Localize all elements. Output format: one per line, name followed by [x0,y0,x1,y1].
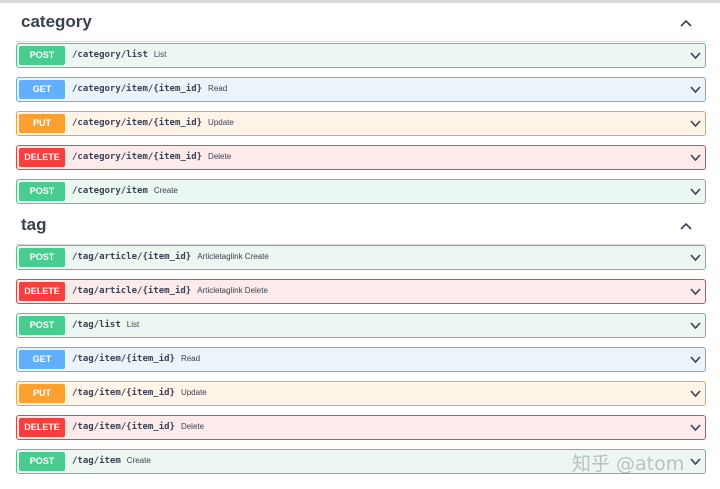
operation-path: /tag/article/{item_id}Articletaglink Cre… [72,252,269,262]
chevron-down-icon[interactable] [690,458,701,465]
section-title: category [21,12,92,32]
chevron-down-icon[interactable] [690,86,701,93]
method-badge: POST [19,248,65,267]
section-header-tag[interactable]: tag [16,211,706,245]
operation-summary: Create [127,456,151,465]
operation-delete-tag-item[interactable]: DELETE /tag/item/{item_id}Delete [16,415,706,440]
method-badge: DELETE [19,148,65,167]
chevron-down-icon[interactable] [690,120,701,127]
method-badge: POST [19,316,65,335]
operation-get-tag-item[interactable]: GET /tag/item/{item_id}Read [16,347,706,372]
operation-post-tag-article[interactable]: POST /tag/article/{item_id}Articletaglin… [16,245,706,270]
top-divider [0,0,720,3]
operation-delete-tag-article[interactable]: DELETE /tag/article/{item_id}Articletagl… [16,279,706,304]
operation-path: /category/listList [72,50,166,60]
operation-path: /tag/item/{item_id}Read [72,354,200,364]
chevron-down-icon[interactable] [690,390,701,397]
method-badge: PUT [19,114,65,133]
operation-delete-category-item[interactable]: DELETE /category/item/{item_id}Delete [16,145,706,170]
operation-post-category-item[interactable]: POST /category/itemCreate [16,179,706,204]
method-badge: DELETE [19,418,65,437]
operation-summary: Create [154,186,178,195]
section-header-category[interactable]: category [16,8,706,42]
method-badge: PUT [19,384,65,403]
chevron-up-icon[interactable] [680,222,692,230]
operation-summary: Read [208,84,227,93]
operation-summary: Update [208,118,234,127]
operation-summary: List [154,50,166,59]
operation-summary: Delete [208,152,231,161]
operation-summary: Read [181,354,200,363]
operation-path: /category/item/{item_id}Update [72,118,234,128]
chevron-down-icon[interactable] [690,52,701,59]
operation-summary: List [127,320,139,329]
operation-path: /tag/item/{item_id}Update [72,388,207,398]
operation-post-category-list[interactable]: POST /category/listList [16,43,706,68]
chevron-down-icon[interactable] [690,322,701,329]
operation-summary: Articletaglink Create [197,252,269,261]
method-badge: GET [19,350,65,369]
chevron-down-icon[interactable] [690,154,701,161]
operation-put-tag-item[interactable]: PUT /tag/item/{item_id}Update [16,381,706,406]
operation-path: /tag/article/{item_id}Articletaglink Del… [72,286,268,296]
chevron-up-icon[interactable] [680,19,692,27]
operation-put-category-item[interactable]: PUT /category/item/{item_id}Update [16,111,706,136]
operation-path: /category/item/{item_id}Read [72,84,227,94]
operation-summary: Articletaglink Delete [197,286,268,295]
operation-path: /tag/item/{item_id}Delete [72,422,204,432]
operation-post-tag-item[interactable]: POST /tag/itemCreate [16,449,706,474]
operation-post-tag-list[interactable]: POST /tag/listList [16,313,706,338]
operation-get-category-item[interactable]: GET /category/item/{item_id}Read [16,77,706,102]
operation-path: /category/itemCreate [72,186,178,196]
method-badge: POST [19,182,65,201]
method-badge: POST [19,46,65,65]
operation-path: /tag/itemCreate [72,456,151,466]
section-title: tag [21,215,47,235]
chevron-down-icon[interactable] [690,424,701,431]
operation-path: /tag/listList [72,320,139,330]
operation-path: /category/item/{item_id}Delete [72,152,231,162]
method-badge: GET [19,80,65,99]
chevron-down-icon[interactable] [690,188,701,195]
operation-summary: Update [181,388,207,397]
operation-summary: Delete [181,422,204,431]
chevron-down-icon[interactable] [690,288,701,295]
chevron-down-icon[interactable] [690,254,701,261]
chevron-down-icon[interactable] [690,356,701,363]
method-badge: POST [19,452,65,471]
method-badge: DELETE [19,282,65,301]
